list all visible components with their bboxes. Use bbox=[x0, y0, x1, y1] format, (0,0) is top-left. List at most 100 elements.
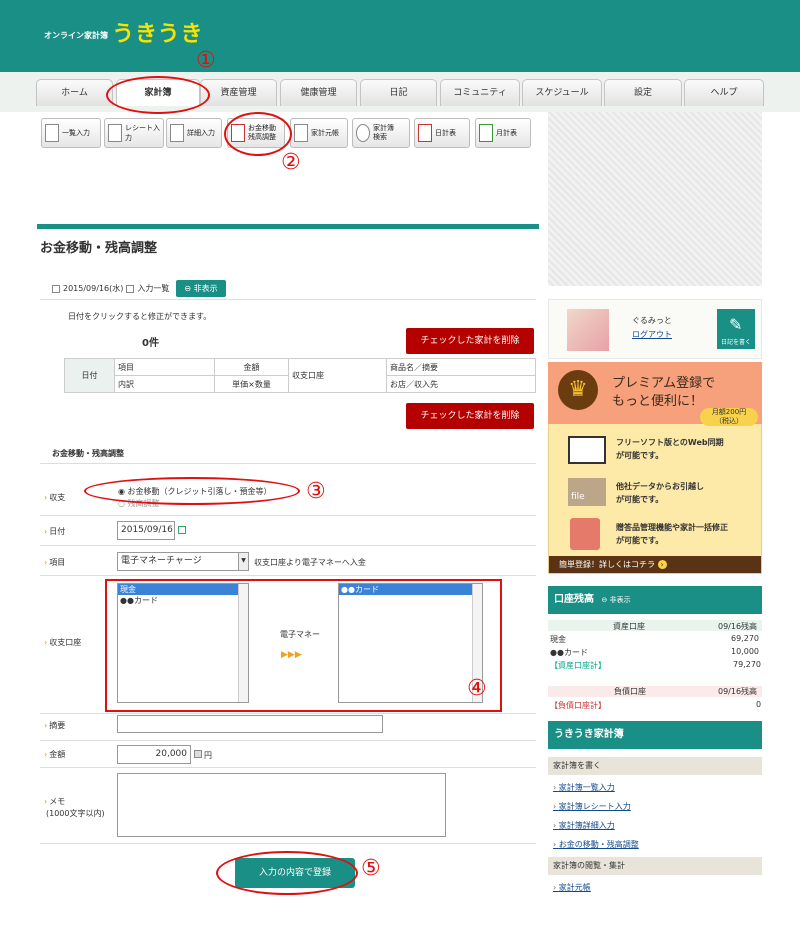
annotation-number-2: ② bbox=[281, 150, 301, 175]
col-product: 商品名／摘要 bbox=[386, 358, 536, 376]
write-diary-button[interactable]: ✎ 日記を書く bbox=[717, 309, 755, 349]
premium-feature-2b: が可能です。 bbox=[616, 495, 664, 504]
premium-title-2: もっと便利に！ bbox=[612, 394, 704, 409]
user-name: ぐるみっと bbox=[632, 316, 672, 325]
date-label: 日付 bbox=[44, 526, 65, 537]
calculator-icon[interactable] bbox=[194, 750, 202, 758]
toolbar-monthly-button[interactable]: 月計表 bbox=[475, 118, 531, 148]
tab-health[interactable]: 健康管理 bbox=[280, 79, 357, 106]
toolbar-list-input-button[interactable]: 一覧入力 bbox=[41, 118, 101, 148]
memo-title-label: 摘要 bbox=[44, 720, 65, 731]
calendar-icon bbox=[418, 124, 432, 142]
sidebar-link-receipt-input[interactable]: 家計簿レシート入力 bbox=[553, 801, 631, 812]
asset-head: 資産口座 bbox=[613, 622, 645, 631]
memo-textarea[interactable] bbox=[117, 773, 446, 837]
receipt-icon bbox=[108, 124, 122, 142]
calculator-icon bbox=[570, 518, 600, 550]
logout-link[interactable]: ログアウト bbox=[632, 329, 672, 340]
list-date: 2015/09/16(水) bbox=[63, 284, 124, 293]
monitor-icon bbox=[568, 436, 606, 464]
pencil-icon: ✎ bbox=[729, 315, 743, 334]
page-title: お金移動・残高調整 bbox=[40, 241, 158, 256]
toolbar-ledger-button[interactable]: 家計元帳 bbox=[290, 118, 348, 148]
magnifier-icon bbox=[356, 124, 370, 142]
hide-list-button[interactable]: ⊖ 非表示 bbox=[176, 280, 226, 297]
premium-feature-2a: 他社データからお引越し bbox=[616, 482, 704, 491]
premium-feature-3a: 贈答品管理機能や家計一括修正 bbox=[616, 523, 728, 532]
annotation-ellipse-5 bbox=[216, 851, 358, 895]
form-icon bbox=[170, 124, 184, 142]
chevron-down-icon: ▼ bbox=[238, 553, 248, 570]
premium-cta[interactable]: 簡単登録！詳しくはコチラ › bbox=[549, 556, 761, 573]
arrow-circle-icon: › bbox=[657, 560, 667, 569]
debt-head: 負債口座 bbox=[614, 687, 646, 696]
list-count: 0件 bbox=[142, 338, 159, 349]
calendar-month-icon bbox=[479, 124, 493, 142]
col-date: 日付 bbox=[64, 358, 115, 393]
balance-row-value: 69,270 bbox=[731, 634, 759, 643]
calendar-icon bbox=[52, 284, 60, 293]
asset-date: 09/16残高 bbox=[718, 622, 758, 631]
memo-label: メモ bbox=[44, 796, 65, 807]
crown-icon: ♛ bbox=[558, 370, 598, 410]
account-label: 収支口座 bbox=[44, 637, 81, 648]
annotation-box-4 bbox=[105, 579, 502, 712]
file-icon: file bbox=[568, 478, 606, 506]
asset-total-label: 【資産口座計】 bbox=[550, 661, 606, 670]
col-amount: 金額 bbox=[214, 358, 289, 376]
tab-help[interactable]: ヘルプ bbox=[684, 79, 764, 106]
balance-row-value: 10,000 bbox=[731, 647, 759, 656]
premium-feature-1b: が可能です。 bbox=[616, 451, 664, 460]
toolbar-receipt-input-button[interactable]: レシート入力 bbox=[104, 118, 164, 148]
annotation-ellipse-1 bbox=[106, 76, 210, 114]
toolbar-daily-button[interactable]: 日計表 bbox=[414, 118, 470, 148]
col-detail: 内訳 bbox=[114, 375, 215, 393]
type-label: 収支 bbox=[44, 492, 65, 503]
premium-feature-1a: フリーソフト版とのWeb同期 bbox=[616, 438, 724, 447]
sidebar-link-list-input[interactable]: 家計簿一覧入力 bbox=[553, 782, 615, 793]
tab-schedule[interactable]: スケジュール bbox=[522, 79, 602, 106]
calendar-picker-icon[interactable] bbox=[178, 526, 186, 534]
col-unit: 単価×数量 bbox=[214, 375, 289, 393]
balance-row-name: ●●カード bbox=[550, 648, 588, 657]
date-input[interactable]: 2015/09/16 bbox=[117, 521, 175, 540]
tab-community[interactable]: コミュニティ bbox=[440, 79, 520, 106]
avatar[interactable] bbox=[567, 309, 609, 351]
price-badge: 月額200円 （税込） bbox=[700, 408, 758, 426]
debt-total: 0 bbox=[756, 700, 762, 709]
col-shop: お店／収入先 bbox=[386, 375, 536, 393]
list-icon bbox=[126, 284, 135, 293]
annotation-number-5: ⑤ bbox=[361, 856, 381, 881]
amount-label: 金額 bbox=[44, 749, 65, 760]
tab-assets[interactable]: 資産管理 bbox=[200, 79, 277, 106]
annotation-ellipse-3 bbox=[84, 477, 300, 505]
tab-diary[interactable]: 日記 bbox=[360, 79, 437, 106]
sidebar-link-detail-input[interactable]: 家計簿詳細入力 bbox=[553, 820, 615, 831]
section-rule bbox=[37, 224, 539, 229]
col-account: 収支口座 bbox=[288, 358, 387, 393]
asset-total: 79,270 bbox=[733, 660, 761, 669]
list-label: 入力一覧 bbox=[137, 284, 170, 293]
memo-title-input[interactable] bbox=[117, 715, 383, 733]
balance-row-name: 現金 bbox=[550, 635, 566, 644]
toolbar-search-button[interactable]: 家計簿 検索 bbox=[352, 118, 410, 148]
toolbar-detail-input-button[interactable]: 詳細入力 bbox=[166, 118, 222, 148]
item-label: 項目 bbox=[44, 557, 65, 568]
tab-settings[interactable]: 設定 bbox=[604, 79, 682, 106]
balance-panel-header: 口座残高 ⊖ 非表示 bbox=[548, 586, 762, 614]
hide-balance-button[interactable]: ⊖ 非表示 bbox=[601, 596, 630, 604]
amount-input[interactable]: 20,000 bbox=[117, 745, 191, 764]
delete-checked-button-2[interactable]: チェックした家計を削除 bbox=[406, 403, 534, 429]
entries-table: 日付 項目 金額 収支口座 商品名／摘要 内訳 単価×数量 お店／収入先 bbox=[64, 358, 536, 393]
delete-checked-button[interactable]: チェックした家計を削除 bbox=[406, 328, 534, 354]
yen-unit: 円 bbox=[204, 751, 212, 760]
tab-home[interactable]: ホーム bbox=[36, 79, 113, 106]
premium-title-1: プレミアム登録で bbox=[612, 376, 716, 391]
app-logo[interactable]: うきうき bbox=[112, 16, 204, 48]
sidebar-link-transfer[interactable]: お金の移動・残高調整 bbox=[553, 839, 639, 850]
sidebar-link-ledger[interactable]: 家計元帳 bbox=[553, 882, 591, 893]
app-subtitle: オンライン家計簿 bbox=[44, 31, 108, 40]
item-select[interactable]: 電子マネーチャージ ▼ bbox=[117, 552, 249, 571]
pencil-icon bbox=[45, 124, 59, 142]
list-header: 2015/09/16(水) 入力一覧 ⊖ 非表示 bbox=[40, 278, 536, 300]
